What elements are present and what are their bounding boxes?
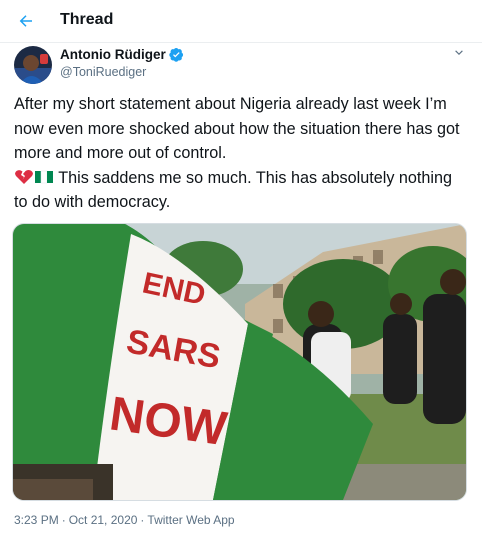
back-button[interactable]: [14, 9, 38, 33]
page-title: Thread: [60, 11, 114, 28]
tweet-text-part1: After my short statement about Nigeria a…: [14, 95, 464, 162]
verified-badge-icon: [169, 47, 183, 62]
tweet-time[interactable]: 3:23 PM: [14, 513, 59, 527]
tweet-author[interactable]: Antonio Rüdiger @ToniRuediger: [60, 47, 184, 79]
tweet-text-part2: This saddens me so much. This has absolu…: [14, 168, 457, 212]
avatar[interactable]: [14, 46, 52, 84]
author-handle[interactable]: @ToniRuediger: [60, 65, 184, 79]
meta-separator-2: ·: [140, 513, 145, 527]
author-name[interactable]: Antonio Rüdiger: [60, 47, 166, 62]
tweet-body: After my short statement about Nigeria a…: [14, 92, 470, 215]
tweet-photo[interactable]: END SARS NOW: [12, 223, 467, 501]
arrow-left-icon: [19, 15, 32, 27]
broken-heart-emoji: [15, 169, 33, 184]
nigeria-flag-emoji: [35, 170, 53, 183]
tweet-date[interactable]: Oct 21, 2020: [69, 513, 138, 527]
tweet-meta: 3:23 PM · Oct 21, 2020 · Twitter Web App: [14, 513, 235, 527]
meta-separator: ·: [61, 513, 66, 527]
chevron-down-icon[interactable]: [452, 46, 466, 60]
tweet-source[interactable]: Twitter Web App: [147, 513, 234, 527]
thread-header: Thread: [0, 0, 482, 43]
